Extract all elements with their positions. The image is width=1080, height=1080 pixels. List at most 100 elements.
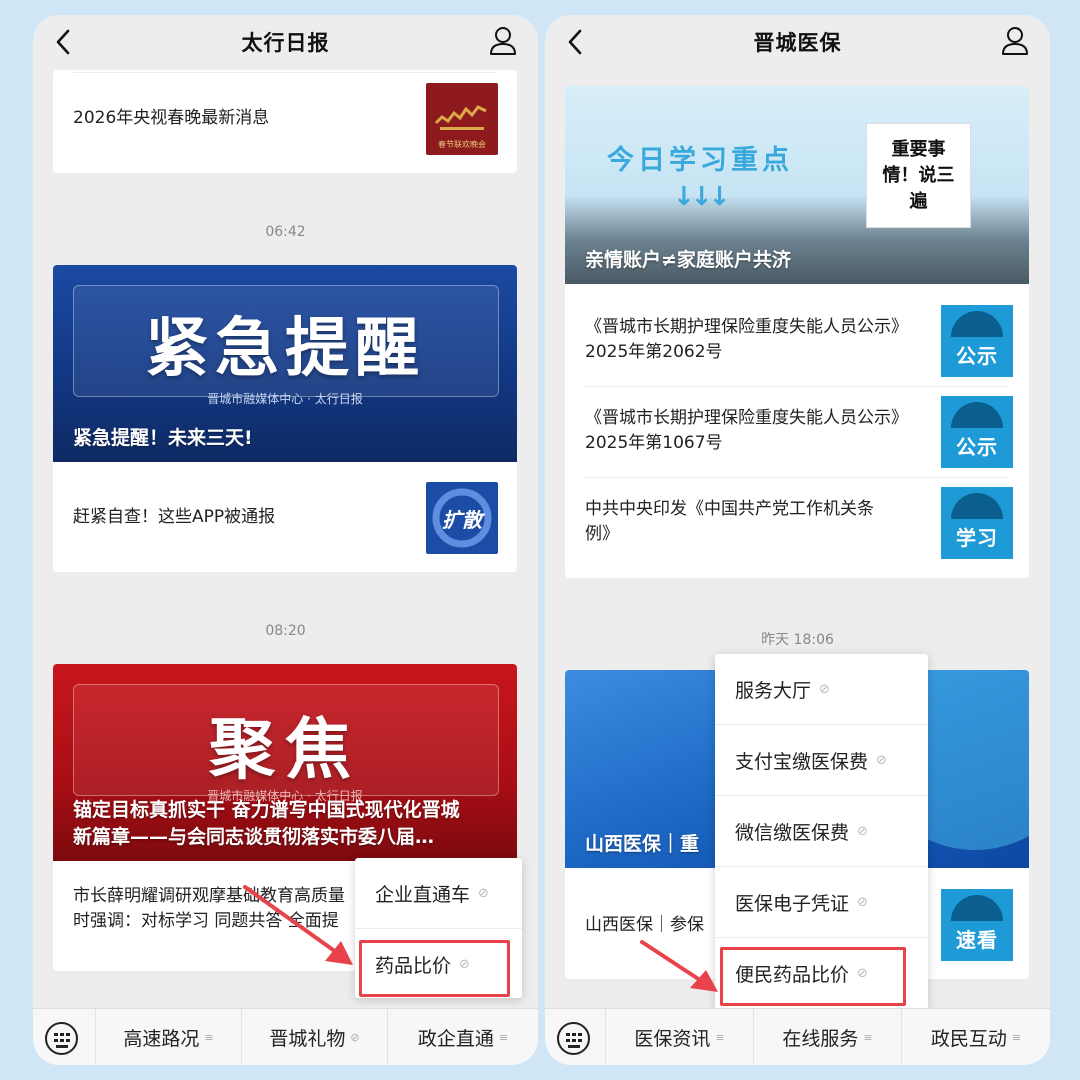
timestamp: 昨天 18:06 (761, 632, 834, 648)
article-thumbnail: 速看 (941, 889, 1013, 961)
submenu-item-alipay[interactable]: 支付宝缴医保费 ⊘ (715, 725, 928, 796)
submenu-item-label: 医保电子凭证 (735, 892, 850, 915)
article-thumbnail: 公示 (941, 396, 1013, 468)
article-title: 2026年央视春晚最新消息 (73, 108, 270, 128)
menu-item-highway[interactable]: 高速路况 ≡ (95, 1009, 241, 1065)
menu-lines-icon: ≡ (715, 1031, 725, 1044)
submenu-item-label: 企业直通车 (375, 883, 471, 906)
banner-headline: 聚焦 (209, 711, 361, 788)
thumbnail-label: 扩散 (442, 507, 482, 532)
article-title-line: 2025年第1067号 (585, 433, 723, 453)
article-thumbnail: 扩散 (426, 482, 498, 554)
menu-lines-icon: ≡ (204, 1031, 214, 1044)
menu-lines-icon: ≡ (863, 1031, 873, 1044)
banner-caption: 山西医保｜重 (585, 833, 700, 855)
submenu-item-label: 服务大厅 (735, 679, 812, 702)
timestamp: 08:20 (265, 623, 306, 639)
umbrella-icon (951, 895, 1003, 921)
link-icon: ⊘ (857, 894, 868, 910)
link-icon: ⊘ (876, 752, 887, 768)
article-card[interactable]: 紧急提醒 晋城市融媒体中心 · 太行日报 紧急提醒！未来三天! 赶紧自查！这些A… (53, 265, 517, 572)
umbrella-icon (951, 402, 1003, 428)
banner-caption: 紧急提醒！未来三天! (73, 427, 253, 449)
user-icon[interactable] (1000, 25, 1030, 57)
right-phone-screen: 晋城医保 今日学习重点 ↓↓↓ 重要事情！说三遍 亲情账户≠家庭账户共济 《晋城… (545, 15, 1050, 1065)
menu-item-label: 医保资讯 (634, 1028, 711, 1050)
article-title-line: 2025年第2062号 (585, 342, 723, 362)
bottom-menu-bar: 高速路况 ≡ 晋城礼物 ⊘ 政企直通 ≡ (33, 1008, 538, 1065)
menu-lines-icon: ≡ (1011, 1031, 1022, 1044)
link-icon: ⊘ (478, 885, 489, 901)
article-banner: 聚焦 晋城市融媒体中心 · 太行日报 锚定目标真抓实干 奋力谱写中国式现代化晋城… (53, 664, 517, 861)
article-title: 《晋城市长期护理保险重度失能人员公示》 2025年第2062号 (585, 315, 908, 365)
menu-lines-icon: ≡ (498, 1031, 509, 1044)
submenu-item-wechat[interactable]: 微信缴医保费 ⊘ (715, 796, 928, 867)
article-title: 山西医保｜参保 (585, 915, 704, 935)
submenu-item-label: 支付宝缴医保费 (735, 750, 869, 773)
article-card[interactable]: 2026年央视春晚最新消息 春节联欢晚会 (53, 70, 517, 173)
article-title-line: 《晋城市长期护理保险重度失能人员公示》 (585, 408, 908, 428)
menu-item-gifts[interactable]: 晋城礼物 ⊘ (241, 1009, 387, 1065)
article-title: 赶紧自查！这些APP被通报 (73, 507, 276, 527)
article-card[interactable]: 今日学习重点 ↓↓↓ 重要事情！说三遍 亲情账户≠家庭账户共济 《晋城市长期护理… (565, 86, 1029, 578)
submenu-item-service-hall[interactable]: 服务大厅 ⊘ (715, 654, 928, 725)
menu-item-online-service[interactable]: 在线服务 ≡ (753, 1009, 901, 1065)
menu-item-enterprise[interactable]: 政企直通 ≡ (387, 1009, 538, 1065)
red-arrow-icon (243, 885, 353, 965)
link-icon: ⊘ (857, 823, 868, 839)
top-bar: 太行日报 (33, 15, 538, 70)
article-title: 《晋城市长期护理保险重度失能人员公示》 2025年第1067号 (585, 406, 908, 456)
page-title: 太行日报 (241, 31, 330, 55)
thumbnail-caption: 春节联欢晚会 (438, 140, 486, 149)
thumbnail-label: 公示 (956, 344, 998, 368)
submenu-item-e-voucher[interactable]: 医保电子凭证 ⊘ (715, 867, 928, 938)
divider (585, 477, 1009, 478)
page-title: 晋城医保 (753, 31, 842, 55)
menu-item-news[interactable]: 医保资讯 ≡ (605, 1009, 753, 1065)
thumbnail-label: 速看 (956, 928, 998, 952)
thumbnail-label: 公示 (956, 435, 998, 459)
menu-item-label: 在线服务 (782, 1028, 859, 1050)
left-phone-screen: 太行日报 2026年央视春晚最新消息 春节联欢晚会 06:42 紧急提醒 晋城市… (33, 15, 538, 1065)
highlight-box (720, 947, 906, 1006)
umbrella-icon (951, 311, 1003, 337)
down-arrows-icon: ↓↓↓ (673, 182, 730, 212)
timestamp: 06:42 (265, 224, 306, 240)
menu-item-label: 晋城礼物 (269, 1028, 346, 1050)
menu-item-label: 政民互动 (930, 1028, 1007, 1050)
article-thumbnail: 学习 (941, 487, 1013, 559)
sticker-image: 重要事情！说三遍 (866, 123, 971, 228)
menu-item-interaction[interactable]: 政民互动 ≡ (901, 1009, 1050, 1065)
article-title-line: 例》 (585, 524, 619, 544)
thumbnail-label: 学习 (956, 526, 998, 550)
banner-caption: 亲情账户≠家庭账户共济 (585, 249, 791, 271)
menu-item-label: 高速路况 (123, 1028, 200, 1050)
user-icon[interactable] (488, 25, 518, 57)
top-bar: 晋城医保 (545, 15, 1050, 70)
article-thumbnail: 春节联欢晚会 (426, 83, 498, 155)
bottom-menu-bar: 医保资讯 ≡ 在线服务 ≡ 政民互动 ≡ (545, 1008, 1050, 1065)
article-title: 中共中央印发《中国共产党工作机关条 例》 (585, 497, 874, 547)
article-thumbnail: 公示 (941, 305, 1013, 377)
article-title-line: 中共中央印发《中国共产党工作机关条 (585, 499, 874, 519)
article-banner: 紧急提醒 晋城市融媒体中心 · 太行日报 紧急提醒！未来三天! (53, 265, 517, 462)
keyboard-icon[interactable] (557, 1022, 590, 1055)
banner-caption: 锚定目标真抓实干 奋力谱写中国式现代化晋城 新篇章——与会同志谈贯彻落实市委八届… (73, 797, 460, 851)
red-arrow-icon (640, 940, 718, 992)
highlight-box (359, 940, 510, 997)
banner-caption-line: 锚定目标真抓实干 奋力谱写中国式现代化晋城 (73, 799, 460, 821)
banner-headline: 今日学习重点 (607, 145, 793, 176)
menu-item-label: 政企直通 (417, 1028, 494, 1050)
umbrella-icon (951, 493, 1003, 519)
submenu-item-label: 微信缴医保费 (735, 821, 850, 844)
divider (585, 386, 1009, 387)
article-title-line: 《晋城市长期护理保险重度失能人员公示》 (585, 317, 908, 337)
banner-headline: 紧急提醒 (145, 312, 425, 386)
submenu-item-enterprise[interactable]: 企业直通车 ⊘ (355, 858, 522, 929)
banner-subtitle: 晋城市融媒体中心 · 太行日报 (207, 392, 363, 406)
link-icon: ⊘ (819, 681, 830, 697)
divider (73, 72, 497, 73)
keyboard-icon[interactable] (45, 1022, 78, 1055)
link-icon: ⊘ (350, 1031, 360, 1044)
banner-caption-line: 新篇章——与会同志谈贯彻落实市委八届… (73, 826, 435, 848)
